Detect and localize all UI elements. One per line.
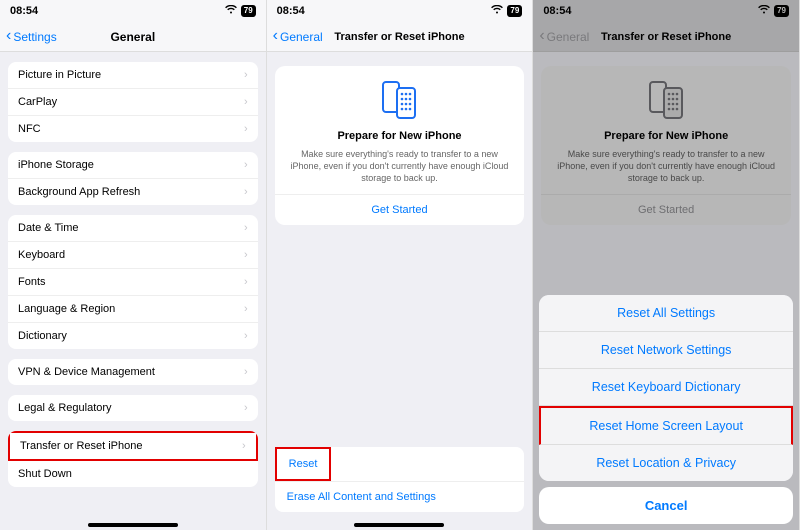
sheet-reset-all-settings[interactable]: Reset All Settings — [539, 295, 793, 332]
wifi-icon — [491, 5, 503, 17]
status-bar: 08:54 79 — [0, 0, 266, 22]
row-shutdown[interactable]: Shut Down — [8, 461, 258, 487]
screen-transfer-reset: 08:54 79 ‹ General Transfer or Reset iPh… — [267, 0, 534, 530]
wifi-icon — [225, 5, 237, 17]
chevron-right-icon: › — [244, 276, 248, 288]
chevron-right-icon: › — [244, 366, 248, 378]
row-fonts[interactable]: Fonts› — [8, 269, 258, 296]
devices-icon — [285, 80, 515, 120]
row-background-refresh[interactable]: Background App Refresh› — [8, 179, 258, 205]
erase-all-button[interactable]: Erase All Content and Settings — [275, 481, 525, 512]
sheet-cancel-button[interactable]: Cancel — [539, 487, 793, 524]
back-label: Settings — [13, 30, 56, 44]
card-title: Prepare for New iPhone — [285, 130, 515, 142]
screen-general: 08:54 79 ‹ Settings General Picture in P… — [0, 0, 267, 530]
battery-icon: 79 — [507, 5, 522, 17]
navbar: ‹ Settings General — [0, 22, 266, 52]
row-vpn-device[interactable]: VPN & Device Management› — [8, 359, 258, 385]
settings-list: Picture in Picture› CarPlay› NFC› iPhone… — [0, 62, 266, 487]
chevron-right-icon: › — [244, 303, 248, 315]
sheet-reset-home-layout[interactable]: Reset Home Screen Layout — [539, 406, 793, 445]
sheet-reset-location-privacy[interactable]: Reset Location & Privacy — [539, 445, 793, 481]
back-button[interactable]: ‹ General — [273, 30, 323, 44]
status-time: 08:54 — [10, 5, 38, 17]
row-legal-regulatory[interactable]: Legal & Regulatory› — [8, 395, 258, 421]
screen-reset-sheet: 08:54 79 ‹ General Transfer or Reset iPh… — [533, 0, 800, 530]
prepare-card: Prepare for New iPhone Make sure everyth… — [275, 66, 525, 225]
navbar: ‹ General Transfer or Reset iPhone — [267, 22, 533, 52]
row-transfer-reset[interactable]: Transfer or Reset iPhone› — [8, 431, 258, 461]
row-carplay[interactable]: CarPlay› — [8, 89, 258, 116]
row-picture-in-picture[interactable]: Picture in Picture› — [8, 62, 258, 89]
chevron-right-icon: › — [244, 159, 248, 171]
sheet-reset-network[interactable]: Reset Network Settings — [539, 332, 793, 369]
card-body: Make sure everything's ready to transfer… — [285, 148, 515, 184]
row-dictionary[interactable]: Dictionary› — [8, 323, 258, 349]
chevron-right-icon: › — [244, 123, 248, 135]
action-sheet: Reset All Settings Reset Network Setting… — [539, 295, 793, 524]
chevron-right-icon: › — [244, 96, 248, 108]
chevron-right-icon: › — [244, 330, 248, 342]
get-started-button[interactable]: Get Started — [275, 194, 525, 225]
chevron-right-icon: › — [244, 69, 248, 81]
home-indicator[interactable] — [354, 523, 444, 527]
sheet-reset-keyboard-dict[interactable]: Reset Keyboard Dictionary — [539, 369, 793, 406]
reset-button[interactable]: Reset — [275, 447, 332, 481]
home-indicator[interactable] — [88, 523, 178, 527]
back-button[interactable]: ‹ Settings — [6, 30, 57, 44]
chevron-right-icon: › — [244, 402, 248, 414]
row-date-time[interactable]: Date & Time› — [8, 215, 258, 242]
row-language-region[interactable]: Language & Region› — [8, 296, 258, 323]
status-bar: 08:54 79 — [267, 0, 533, 22]
chevron-right-icon: › — [242, 440, 246, 452]
row-nfc[interactable]: NFC› — [8, 116, 258, 142]
row-iphone-storage[interactable]: iPhone Storage› — [8, 152, 258, 179]
battery-icon: 79 — [241, 5, 256, 17]
status-time: 08:54 — [277, 5, 305, 17]
back-label: General — [280, 30, 323, 44]
row-keyboard[interactable]: Keyboard› — [8, 242, 258, 269]
chevron-right-icon: › — [244, 186, 248, 198]
chevron-right-icon: › — [244, 249, 248, 261]
chevron-right-icon: › — [244, 222, 248, 234]
